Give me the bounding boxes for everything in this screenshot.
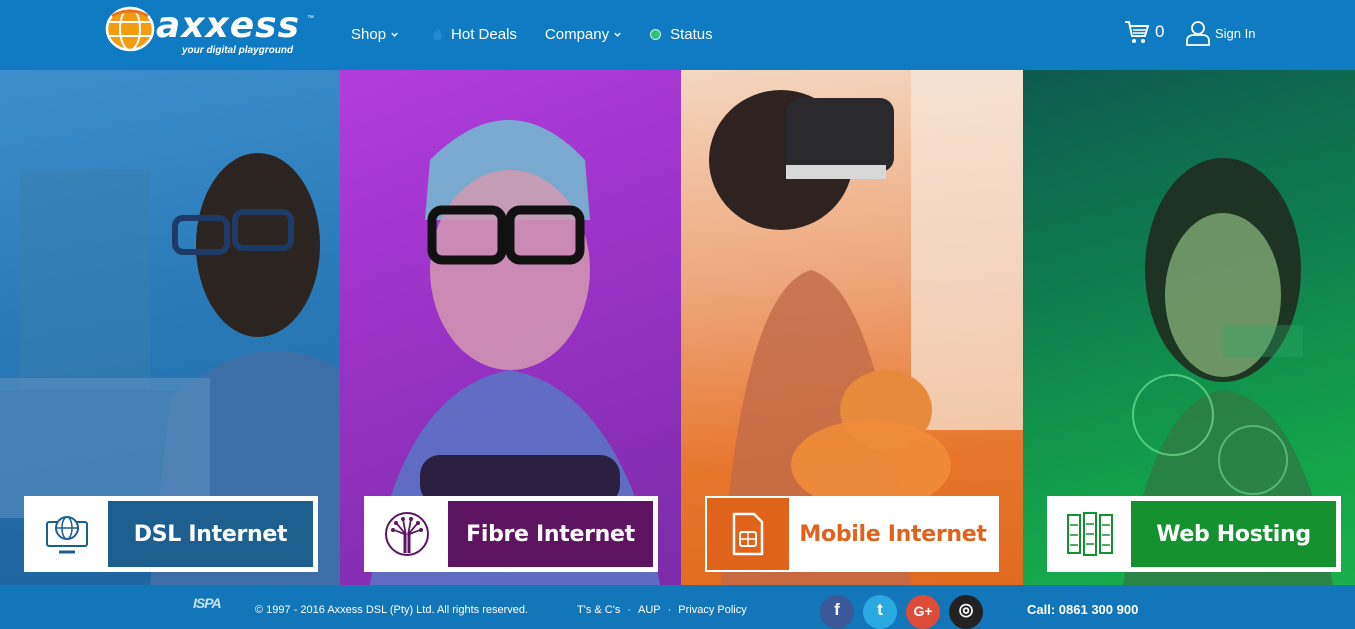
- logo-globe-icon: [105, 6, 155, 52]
- nav-label-hot-deals: Hot Deals: [451, 25, 517, 43]
- site-header: axxess ™ your digital playground Shop Ho…: [0, 0, 1355, 70]
- nav-label-shop: Shop: [351, 25, 387, 43]
- main-nav: Shop Hot Deals Company Status: [351, 24, 741, 44]
- panel-web-hosting[interactable]: Web Hosting: [1023, 70, 1355, 585]
- site-footer: ISPA © 1997 - 2016 Axxess DSL (Pty) Ltd.…: [0, 585, 1355, 629]
- panel-dsl[interactable]: DSL Internet: [0, 70, 340, 585]
- twitter-icon[interactable]: t: [863, 595, 897, 629]
- cart-button[interactable]: 0: [1124, 19, 1164, 45]
- instagram-icon[interactable]: ◎: [949, 595, 983, 629]
- trademark-mark: ™: [307, 15, 314, 22]
- facebook-icon[interactable]: f: [820, 595, 854, 629]
- web-hosting-button[interactable]: Web Hosting: [1047, 496, 1341, 572]
- flame-icon: [433, 26, 442, 41]
- cta-label: Fibre Internet: [448, 498, 656, 570]
- copyright-text: © 1997 - 2016 Axxess DSL (Pty) Ltd. All …: [255, 604, 529, 616]
- sim-card-icon: [732, 512, 764, 556]
- nav-item-shop[interactable]: Shop: [351, 26, 399, 43]
- link-separator: ·: [667, 604, 672, 616]
- sign-in-button[interactable]: Sign In: [1185, 20, 1255, 46]
- axxess-logo[interactable]: axxess ™ your digital playground: [104, 4, 314, 58]
- logo-wordmark: axxess: [156, 5, 301, 46]
- panel-fibre[interactable]: Fibre Internet: [340, 70, 681, 585]
- logo-tagline: your digital playground: [182, 45, 294, 56]
- panel-mobile[interactable]: Mobile Internet: [681, 70, 1023, 585]
- globe-monitor-icon: [46, 516, 88, 554]
- link-separator: ·: [627, 604, 631, 616]
- chevron-down-icon: [391, 32, 398, 37]
- nav-item-company[interactable]: Company: [545, 26, 622, 43]
- google-plus-icon[interactable]: G+: [906, 595, 940, 629]
- dsl-internet-button[interactable]: DSL Internet: [24, 496, 318, 572]
- social-links: f t G+ ◎: [820, 595, 992, 629]
- call-number[interactable]: Call: 0861 300 900: [1027, 602, 1138, 617]
- aup-link[interactable]: AUP: [638, 604, 661, 616]
- cta-label: Web Hosting: [1131, 498, 1339, 570]
- nav-label-status: Status: [670, 25, 713, 43]
- privacy-policy-link[interactable]: Privacy Policy: [678, 604, 746, 616]
- cart-icon: [1125, 21, 1149, 43]
- cta-icon-box: [707, 498, 789, 570]
- footer-links: T's & C's · AUP · Privacy Policy: [577, 604, 747, 616]
- chevron-down-icon: [614, 32, 621, 37]
- server-rack-icon: [1067, 512, 1113, 556]
- user-icon: [1186, 21, 1210, 46]
- fibre-optic-icon: [385, 512, 429, 556]
- sign-in-label: Sign In: [1215, 25, 1256, 41]
- nav-label-company: Company: [544, 25, 610, 43]
- product-panels: DSL Internet Fibre Internet Mobile Inter…: [0, 70, 1355, 585]
- nav-item-status[interactable]: Status: [650, 26, 713, 43]
- fibre-internet-button[interactable]: Fibre Internet: [364, 496, 658, 572]
- cta-label: Mobile Internet: [789, 498, 997, 570]
- cart-count: 0: [1155, 22, 1165, 41]
- cta-label: DSL Internet: [108, 498, 316, 570]
- terms-link[interactable]: T's & C's: [577, 604, 620, 616]
- ispa-logo[interactable]: ISPA: [193, 595, 222, 611]
- cta-icon-box: [1049, 498, 1131, 570]
- cta-icon-box: [366, 498, 448, 570]
- status-dot-icon: [650, 28, 662, 40]
- nav-item-hot-deals[interactable]: Hot Deals: [427, 26, 517, 43]
- mobile-internet-button[interactable]: Mobile Internet: [705, 496, 999, 572]
- cta-icon-box: [26, 498, 108, 570]
